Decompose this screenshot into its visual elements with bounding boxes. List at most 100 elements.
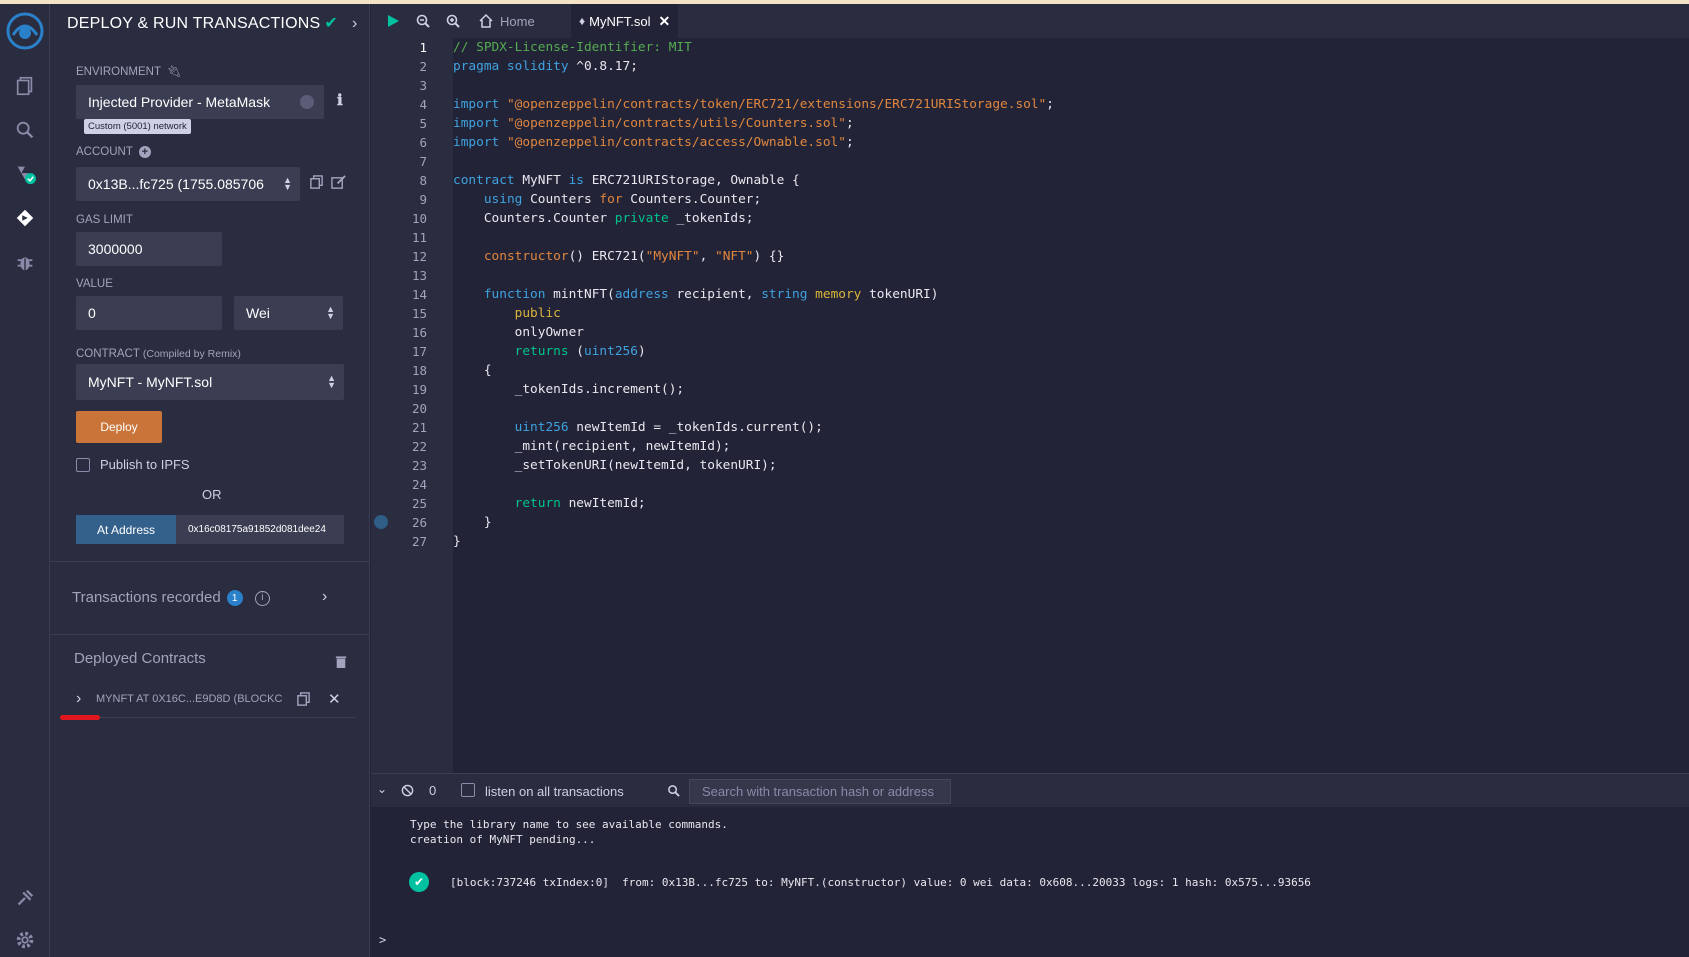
icon-sidebar <box>0 4 50 957</box>
contract-select[interactable]: MyNFT - MyNFT.sol ▲ ▼ <box>76 364 344 400</box>
account-select[interactable]: 0x13B...fc725 (1755.085706 ▲ ▼ <box>76 167 300 201</box>
clear-console-icon[interactable] <box>401 784 414 802</box>
edit-account-icon[interactable] <box>331 175 346 195</box>
plugin-manager-icon[interactable] <box>13 886 37 910</box>
deploy-button[interactable]: Deploy <box>76 411 162 443</box>
code-line: _mint(recipient, newItemId); <box>453 439 731 454</box>
red-underline-annotation <box>60 715 100 720</box>
info-icon[interactable]: ℹ <box>337 91 343 109</box>
contract-label: CONTRACT (Compiled by Remix) <box>76 348 241 360</box>
select-arrows-icon: ▲ ▼ <box>283 175 292 192</box>
search-icon <box>667 784 680 802</box>
transaction-log-entry[interactable]: [block:737246 txIndex:0] from: 0x13B...f… <box>450 876 1311 889</box>
zoom-in-icon[interactable] <box>445 4 461 38</box>
line-number: 1 <box>419 40 427 55</box>
deploy-run-icon[interactable] <box>13 206 37 230</box>
remix-logo-icon[interactable] <box>4 10 46 52</box>
line-number: 19 <box>411 382 427 397</box>
deploy-run-panel: DEPLOY & RUN TRANSACTIONS ✔ › ENVIRONMENT … <box>50 4 370 957</box>
solidity-file-icon: ♦ <box>579 14 586 28</box>
zoom-out-icon[interactable] <box>415 4 431 38</box>
line-number: 16 <box>411 325 427 340</box>
code-line: } <box>453 515 492 530</box>
line-number: 11 <box>411 230 427 245</box>
close-tab-icon[interactable]: ✕ <box>659 13 671 30</box>
transactions-recorded-row[interactable]: Transactions recorded 1 i <box>72 589 270 607</box>
line-number: 13 <box>411 268 427 283</box>
select-arrows-icon: ▲ ▼ <box>327 373 336 390</box>
line-number: 8 <box>419 173 427 188</box>
select-arrows-icon: ▲ ▼ <box>326 304 335 321</box>
terminal-toolbar: ⌄ 0 listen on all transactions Search wi… <box>371 773 1689 807</box>
code-line: using Counters for Counters.Counter; <box>483 192 762 207</box>
value-input[interactable]: 0 <box>76 296 222 330</box>
tab-home[interactable]: Home <box>474 4 549 38</box>
line-number: 2 <box>419 59 427 74</box>
settings-gear-icon[interactable] <box>13 928 37 952</box>
or-divider: OR <box>202 487 222 502</box>
line-number: 26 <box>411 515 427 530</box>
line-number-gutter: 1 2 3 4 5 6 7 8 9 10 11 12 13 14 15 16 1… <box>371 38 453 773</box>
line-number: 4 <box>419 97 427 112</box>
publish-ipfs-checkbox[interactable] <box>76 458 90 472</box>
chevron-right-icon[interactable]: › <box>76 690 81 708</box>
code-line: returns (uint256) <box>514 344 646 359</box>
success-check-icon: ✔ <box>409 872 429 892</box>
tab-mynft-sol[interactable]: ♦ MyNFT.sol ✕ <box>571 4 679 38</box>
line-number: 15 <box>411 306 427 321</box>
info-circle-icon[interactable]: i <box>254 590 270 606</box>
network-badge: Custom (5001) network <box>84 119 191 134</box>
copy-account-icon[interactable] <box>309 175 324 195</box>
editor-tab-bar: Home ♦ MyNFT.sol ✕ <box>371 4 1689 38</box>
file-explorer-icon[interactable] <box>13 74 37 98</box>
line-number: 18 <box>411 363 427 378</box>
select-arrows-icon <box>300 95 314 109</box>
panel-title: DEPLOY & RUN TRANSACTIONS <box>67 15 321 32</box>
code-line: function mintNFT(address recipient, stri… <box>483 287 939 302</box>
solidity-compiler-icon[interactable] <box>13 162 37 186</box>
environment-select[interactable]: Injected Provider - MetaMask <box>76 85 324 119</box>
code-line: onlyOwner <box>453 325 584 340</box>
gas-limit-input[interactable]: 3000000 <box>76 232 222 266</box>
chevron-right-icon[interactable]: › <box>352 15 358 32</box>
search-icon[interactable] <box>13 118 37 142</box>
terminal-output[interactable]: Type the library name to see available c… <box>371 807 1689 957</box>
at-address-input[interactable]: 0x16c08175a91852d081dee24 <box>176 515 344 544</box>
collapse-terminal-icon[interactable]: ⌄ <box>377 782 387 796</box>
transactions-recorded-label: Transactions recorded <box>72 589 221 606</box>
debugger-icon[interactable] <box>13 250 37 274</box>
add-account-icon[interactable]: + <box>138 146 151 158</box>
account-label: ACCOUNT + <box>76 146 151 158</box>
close-icon[interactable]: ✕ <box>328 690 341 708</box>
line-number: 9 <box>419 192 427 207</box>
listen-all-checkbox[interactable] <box>461 783 475 797</box>
code-line: import "@openzeppelin/contracts/token/ER… <box>453 97 1054 112</box>
terminal-line: creation of MyNFT pending... <box>410 833 596 846</box>
transaction-search-input[interactable]: Search with transaction hash or address <box>689 779 951 804</box>
deployed-contracts-label: Deployed Contracts <box>74 650 206 667</box>
code-line: import "@openzeppelin/contracts/utils/Co… <box>453 116 854 131</box>
at-address-button[interactable]: At Address <box>76 515 176 544</box>
line-number: 23 <box>411 458 427 473</box>
terminal-prompt[interactable]: > <box>379 933 386 947</box>
deployed-contract-instance[interactable]: › MYNFT AT 0X16C...E9D8D (BLOCKCH ✕ <box>66 688 356 718</box>
environment-label: ENVIRONMENT 🔌︎ <box>76 66 182 78</box>
line-number: 17 <box>411 344 427 359</box>
value-unit-select[interactable]: Wei ▲ ▼ <box>234 296 343 330</box>
copy-address-icon[interactable] <box>296 692 311 712</box>
divider <box>50 634 370 635</box>
run-script-icon[interactable] <box>385 4 401 38</box>
code-line: contract MyNFT is ERC721URIStorage, Owna… <box>453 173 800 188</box>
check-icon: ✔ <box>324 15 338 32</box>
code-editor[interactable]: 1 2 3 4 5 6 7 8 9 10 11 12 13 14 15 16 1… <box>371 38 1689 773</box>
trash-icon[interactable] <box>335 655 347 674</box>
pending-transactions-count: 0 <box>429 783 437 798</box>
code-line: public <box>514 306 561 321</box>
code-line: constructor() ERC721("MyNFT", "NFT") {} <box>483 249 785 264</box>
plug-icon: 🔌︎ <box>166 66 182 78</box>
line-number: 27 <box>411 534 427 549</box>
line-number: 6 <box>419 135 427 150</box>
chevron-right-icon[interactable]: › <box>322 588 327 606</box>
line-number: 14 <box>411 287 427 302</box>
code-line: Counters.Counter private _tokenIds; <box>453 211 754 226</box>
